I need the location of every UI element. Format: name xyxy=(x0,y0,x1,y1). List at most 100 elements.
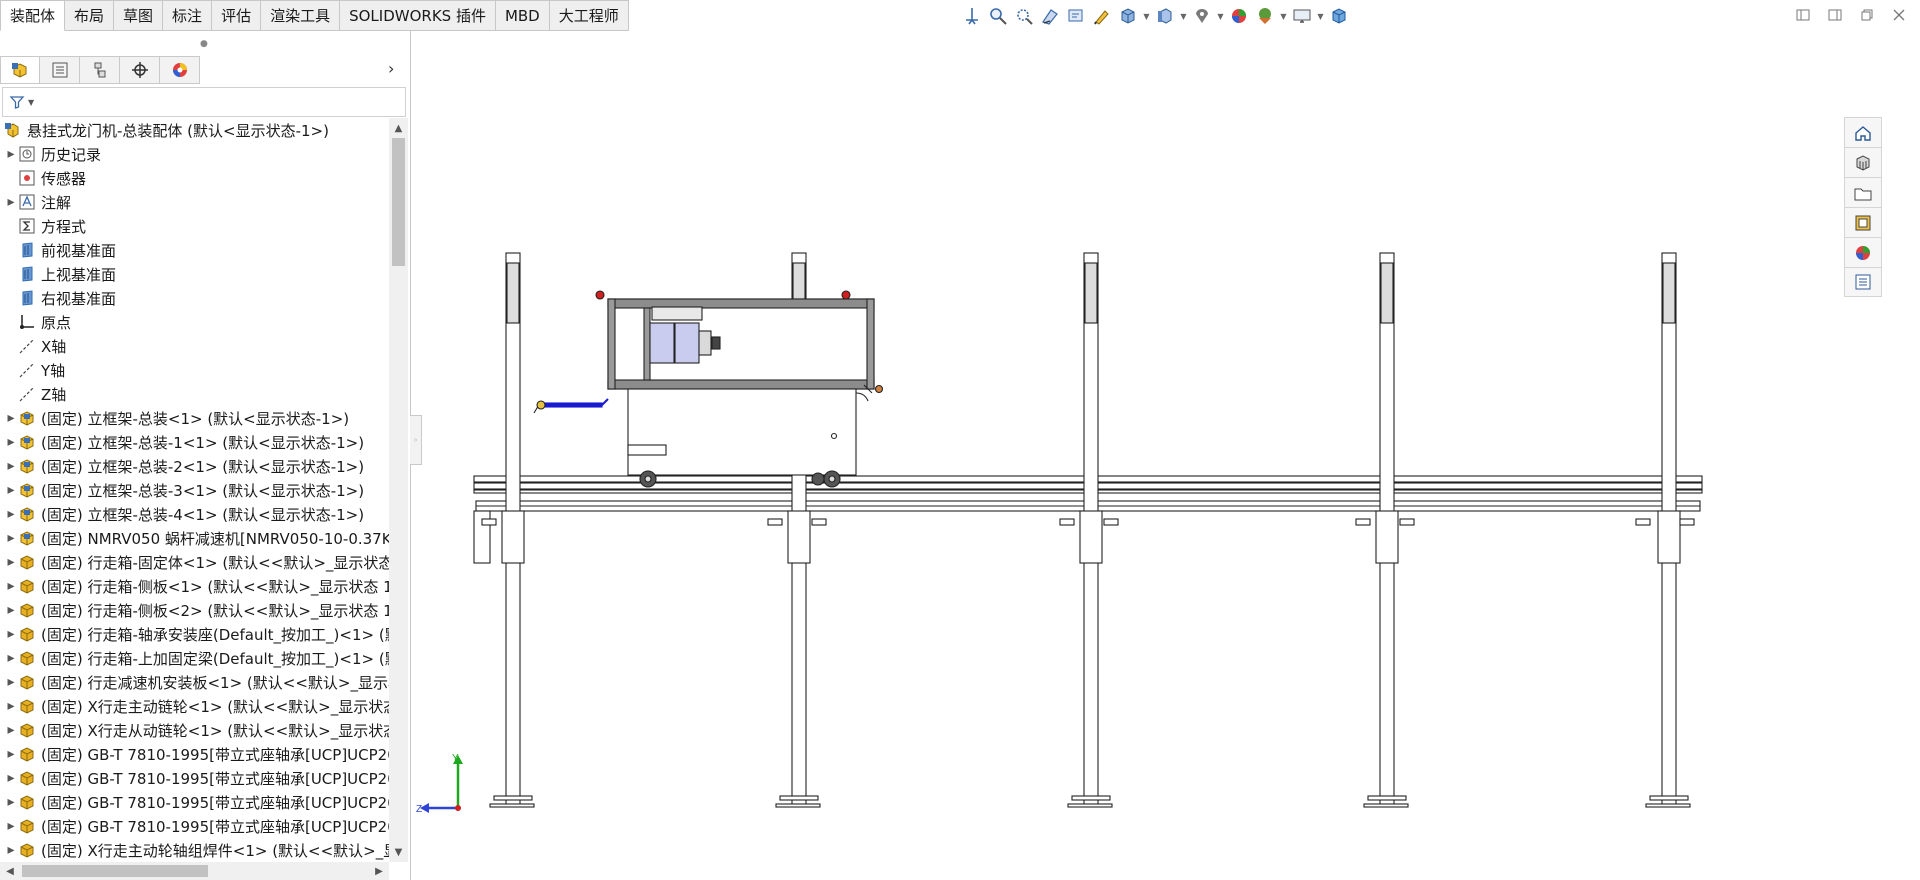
tree-item[interactable]: Y轴 xyxy=(0,358,389,382)
feature-manager-tab[interactable] xyxy=(0,56,40,84)
scroll-up-icon[interactable]: ▲ xyxy=(389,120,408,136)
tab-markup[interactable]: 标注 xyxy=(163,0,213,31)
tree-item[interactable]: 上视基准面 xyxy=(0,262,389,286)
tree-item[interactable]: ▸ (固定) GB-T 7810-1995[带立式座轴承[UCP]UCP205] xyxy=(0,814,389,838)
expand-arrow-icon[interactable]: ▸ xyxy=(4,530,18,546)
zoom-to-fit-icon[interactable] xyxy=(960,4,984,28)
tree-item[interactable]: 传感器 xyxy=(0,166,389,190)
edit-appearance-icon[interactable] xyxy=(1190,4,1214,28)
expand-arrow-icon[interactable]: ▸ xyxy=(4,722,18,738)
chevron-down-icon[interactable]: ▼ xyxy=(1142,4,1151,28)
tree-item[interactable]: ▸ (固定) 行走箱-固定体<1> (默认<<默认>_显示状态 1>) xyxy=(0,550,389,574)
tab-render-tools[interactable]: 渲染工具 xyxy=(261,0,341,31)
expand-arrow-icon[interactable]: ▸ xyxy=(4,146,18,162)
display-style-icon[interactable] xyxy=(1116,4,1140,28)
section-view-icon[interactable] xyxy=(1038,4,1062,28)
appearance-ball-icon[interactable] xyxy=(1227,4,1251,28)
tree-item[interactable]: ▸ (固定) X行走主动链轮<1> (默认<<默认>_显示状态 1>) xyxy=(0,694,389,718)
scroll-thumb[interactable] xyxy=(392,138,405,266)
tree-item[interactable]: 右视基准面 xyxy=(0,286,389,310)
chevron-right-icon[interactable]: › xyxy=(388,59,394,78)
tree-item[interactable]: 原点 xyxy=(0,310,389,334)
dynamic-annotation-icon[interactable] xyxy=(1064,4,1088,28)
view-palette-icon[interactable] xyxy=(1844,207,1882,237)
tree-item[interactable]: ▸ (固定) 立框架-总装<1> (默认<显示状态-1>) xyxy=(0,406,389,430)
expand-arrow-icon[interactable]: ▸ xyxy=(4,194,18,210)
zoom-area-icon[interactable] xyxy=(986,4,1010,28)
tree-item[interactable]: ▸ 注解 xyxy=(0,190,389,214)
tab-mbd[interactable]: MBD xyxy=(495,0,550,31)
file-explorer-icon[interactable] xyxy=(1844,177,1882,207)
expand-arrow-icon[interactable]: ▸ xyxy=(4,794,18,810)
chevron-down-icon[interactable]: ▼ xyxy=(1279,4,1288,28)
view-orientation-icon[interactable] xyxy=(1090,4,1114,28)
expand-arrow-icon[interactable]: ▸ xyxy=(4,482,18,498)
tree-item[interactable]: ▸ (固定) GB-T 7810-1995[带立式座轴承[UCP]UCP205] xyxy=(0,742,389,766)
tree-item[interactable]: ▸ (固定) 立框架-总装-1<1> (默认<显示状态-1>) xyxy=(0,430,389,454)
tree-item[interactable]: ▸ (固定) 行走箱-侧板<2> (默认<<默认>_显示状态 1>) xyxy=(0,598,389,622)
tree-item[interactable]: ▸ (固定) 立框架-总装-3<1> (默认<显示状态-1>) xyxy=(0,478,389,502)
custom-properties-icon[interactable] xyxy=(1844,267,1882,297)
scroll-left-icon[interactable]: ◀ xyxy=(2,862,18,880)
expand-arrow-icon[interactable]: ▸ xyxy=(4,818,18,834)
panel-grip[interactable]: ● xyxy=(200,39,208,49)
expand-arrow-icon[interactable]: ▸ xyxy=(4,554,18,570)
expand-arrow-icon[interactable]: ▸ xyxy=(4,602,18,618)
tree-item[interactable]: ▸ (固定) 行走箱-侧板<1> (默认<<默认>_显示状态 1>) xyxy=(0,574,389,598)
tree-item[interactable]: 前视基准面 xyxy=(0,238,389,262)
gantry-model-view[interactable]: Y Z xyxy=(412,31,1882,880)
filter-icon[interactable] xyxy=(9,94,25,110)
dimxpert-manager-tab[interactable] xyxy=(120,56,160,84)
expand-arrow-icon[interactable]: ▸ xyxy=(4,578,18,594)
tree-item[interactable]: ▸ (固定) 行走减速机安装板<1> (默认<<默认>_显示状态 1>) xyxy=(0,670,389,694)
expand-arrow-icon[interactable]: ▸ xyxy=(4,746,18,762)
tab-evaluate[interactable]: 评估 xyxy=(212,0,262,31)
tab-solidworks-addins[interactable]: SOLIDWORKS 插件 xyxy=(340,0,496,31)
tab-engineer[interactable]: 大工程师 xyxy=(549,0,629,31)
scroll-down-icon[interactable]: ▼ xyxy=(389,844,408,860)
tree-item[interactable]: ▸ (固定) 行走箱-轴承安装座(Default_按加工_)<1> (默认) xyxy=(0,622,389,646)
tree-item[interactable]: ▸ (固定) X行走从动链轮<1> (默认<<默认>_显示状态 1>) xyxy=(0,718,389,742)
chevron-down-icon[interactable]: ▼ xyxy=(1316,4,1325,28)
tree-item[interactable]: X轴 xyxy=(0,334,389,358)
chevron-down-icon[interactable]: ▼ xyxy=(1216,4,1225,28)
tree-item[interactable]: ▸ (固定) NMRV050 蜗杆减速机[NMRV050-10-0.37KW] xyxy=(0,526,389,550)
close-icon[interactable] xyxy=(1888,4,1910,26)
render-3d-icon[interactable] xyxy=(1327,4,1351,28)
appearances-icon[interactable] xyxy=(1844,237,1882,267)
expand-arrow-icon[interactable]: ▸ xyxy=(4,506,18,522)
chevron-down-icon[interactable]: ▼ xyxy=(1179,4,1188,28)
tree-item[interactable]: 方程式 xyxy=(0,214,389,238)
tree-item[interactable]: ▸ 历史记录 xyxy=(0,142,389,166)
home-icon[interactable] xyxy=(1844,117,1882,147)
tree-item[interactable]: ▸ (固定) X行走主动轮轴组焊件<1> (默认<<默认>_显示状态 1>) xyxy=(0,838,389,862)
expand-arrow-icon[interactable]: ▸ xyxy=(4,674,18,690)
tree-root-assembly[interactable]: 悬挂式龙门机-总装配体 (默认<显示状态-1>) xyxy=(0,118,389,142)
expand-arrow-icon[interactable]: ▸ xyxy=(4,434,18,450)
view-settings-icon[interactable] xyxy=(1290,4,1314,28)
tree-item[interactable]: Z轴 xyxy=(0,382,389,406)
expand-arrow-icon[interactable]: ▸ xyxy=(4,458,18,474)
configuration-manager-tab[interactable] xyxy=(80,56,120,84)
expand-arrow-icon[interactable]: ▸ xyxy=(4,842,18,858)
tree-filter-bar[interactable]: ▼ xyxy=(2,87,406,117)
previous-view-icon[interactable] xyxy=(1012,4,1036,28)
chevron-down-icon[interactable]: ▼ xyxy=(28,98,34,107)
tab-sketch[interactable]: 草图 xyxy=(114,0,164,31)
tree-horizontal-scrollbar[interactable]: ◀ ▶ xyxy=(0,862,389,880)
scenes-icon[interactable] xyxy=(1253,4,1277,28)
expand-arrow-icon[interactable]: ▸ xyxy=(4,698,18,714)
tree-vertical-scrollbar[interactable]: ▲ ▼ xyxy=(389,118,408,862)
property-manager-tab[interactable] xyxy=(40,56,80,84)
scroll-right-icon[interactable]: ▶ xyxy=(371,862,387,880)
expand-arrow-icon[interactable]: ▸ xyxy=(4,770,18,786)
expand-arrow-icon[interactable]: ▸ xyxy=(4,410,18,426)
expand-arrow-icon[interactable]: ▸ xyxy=(4,650,18,666)
scroll-thumb[interactable] xyxy=(22,865,208,877)
tree-item[interactable]: ▸ (固定) GB-T 7810-1995[带立式座轴承[UCP]UCP205] xyxy=(0,790,389,814)
panel-right-icon[interactable] xyxy=(1824,4,1846,26)
tree-item[interactable]: ▸ (固定) 行走箱-上加固定梁(Default_按加工_)<1> (默认) xyxy=(0,646,389,670)
tree-item[interactable]: ▸ (固定) GB-T 7810-1995[带立式座轴承[UCP]UCP205] xyxy=(0,766,389,790)
hide-show-icon[interactable] xyxy=(1153,4,1177,28)
graphics-area[interactable]: Y Z xyxy=(412,31,1882,880)
